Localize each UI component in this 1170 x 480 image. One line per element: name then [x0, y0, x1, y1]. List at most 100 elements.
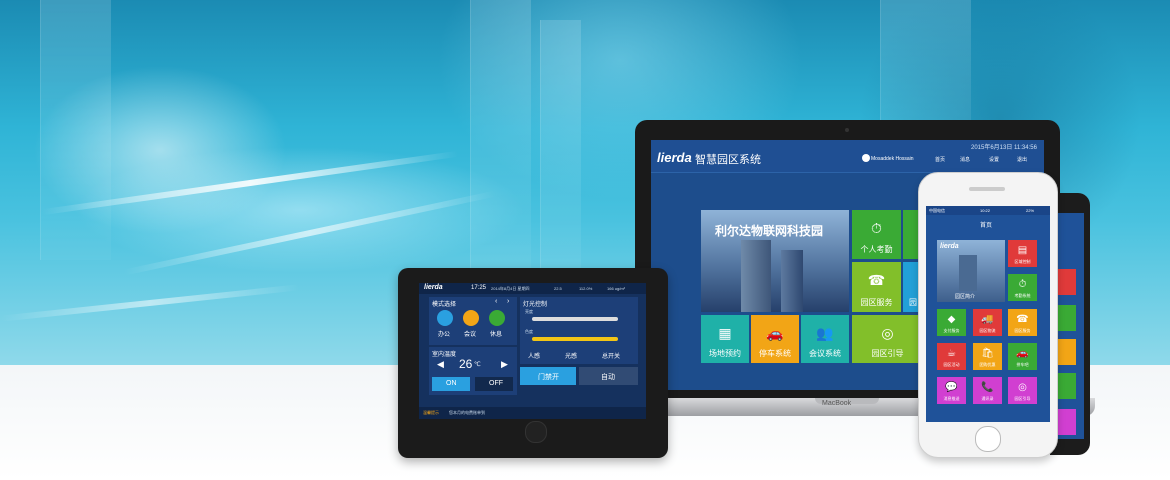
building-image: [959, 255, 977, 291]
phone-home-button[interactable]: [975, 426, 1001, 452]
sensor-light[interactable]: 光感: [565, 351, 577, 360]
sensor-human[interactable]: 人感: [528, 351, 540, 360]
light-beam: [123, 190, 497, 276]
campus-banner[interactable]: 利尔达物联网科技园: [701, 210, 849, 312]
brightness-label: 亮度: [525, 309, 533, 314]
tile-contacts[interactable]: 📞 通讯录: [973, 377, 1002, 404]
tile-carpool[interactable]: 🚗 拼车吧: [1008, 343, 1037, 370]
speaker: [969, 187, 1005, 191]
on-button[interactable]: ON: [432, 377, 470, 391]
status-bar: lierda 17:25 2014年8月4日 星期四 22.5 112.0% 1…: [419, 283, 646, 294]
building-image: [741, 240, 771, 312]
temp-header: 室内温度: [432, 352, 457, 358]
banner-text: 利尔达物联网科技园: [715, 224, 824, 238]
brightness-slider[interactable]: [532, 317, 618, 321]
prev-icon[interactable]: ‹: [495, 298, 497, 305]
park-intro-card[interactable]: lierda 园区简介: [937, 240, 1005, 302]
humidity-value: 22.5: [554, 286, 562, 291]
bag-icon: 🛍: [981, 348, 994, 359]
color-slider[interactable]: [532, 337, 618, 341]
tile-activity[interactable]: ☕ 园区活动: [937, 343, 966, 370]
nav-messages[interactable]: 消息: [960, 156, 970, 163]
nav-settings[interactable]: 设置: [989, 156, 999, 163]
temp-unit: ℃: [474, 362, 481, 368]
tile-group-buy[interactable]: 🛍 团购优惠: [973, 343, 1002, 370]
phone-header: 首页: [980, 223, 993, 229]
nav-logout[interactable]: 退出: [1017, 156, 1027, 163]
mode-meeting-button[interactable]: [463, 310, 479, 326]
car-icon: 🚗: [1016, 348, 1029, 359]
light-beam: [0, 284, 300, 322]
tile-partial: [1058, 305, 1076, 331]
phone-screen: 中国电信 10:22 22% 首页 lierda 园区简介 ▤ 区域控制 ⏱ 考勤系…: [926, 206, 1050, 422]
temperature-panel: 室内温度 ◀ 26 ℃ ▶ ON OFF: [429, 347, 517, 395]
building-image: [781, 250, 803, 312]
mode-label: 休息: [490, 332, 503, 338]
car-icon: 🚗: [766, 325, 784, 341]
tile-attendance[interactable]: ⏱ 考勤系统: [1008, 274, 1037, 301]
brand-logo: lierda: [940, 243, 959, 250]
tile-meeting[interactable]: 👥 会议系统: [801, 315, 849, 363]
brand-logo: lierda: [424, 284, 443, 291]
phone-device: 中国电信 10:22 22% 首页 lierda 园区简介 ▤ 区域控制 ⏱ 考勤系…: [918, 172, 1058, 458]
tile-venue-booking[interactable]: ▦ 场地预约: [701, 315, 749, 363]
tile-partial: [1058, 409, 1076, 435]
tile-messages[interactable]: 💬 消息推送: [937, 377, 966, 404]
mode-panel: 模式选择 ‹ › 办公 会议 休息: [429, 297, 517, 345]
pm-value: 112.0%: [579, 286, 593, 291]
carrier: 中国电信: [929, 208, 945, 213]
datetime: 2015年6月13日 11:34:56: [971, 145, 1037, 151]
increase-temp-icon[interactable]: ▶: [501, 359, 508, 370]
tile-area-control[interactable]: ▤ 区域控制: [1008, 240, 1037, 267]
tile-partial: [1058, 339, 1076, 365]
tile-payment[interactable]: ◆ 支付服务: [937, 309, 966, 336]
auto-button[interactable]: 自动: [579, 367, 638, 385]
tile-partial: [1058, 373, 1076, 399]
coffee-icon: ☕: [947, 348, 956, 359]
headset-icon: ☎: [867, 272, 886, 288]
people-icon: 👥: [816, 325, 834, 341]
mode-rest-button[interactable]: [489, 310, 505, 326]
door-open-button[interactable]: 门禁开: [520, 367, 576, 385]
tile-partial: [1058, 269, 1076, 295]
decrease-temp-icon[interactable]: ◀: [437, 359, 444, 370]
mode-header: 模式选择: [432, 302, 457, 308]
ticker-bar: 温馨提示 您本月的电费账单到: [419, 407, 646, 419]
truck-icon: 🚚: [981, 314, 994, 325]
temp-value: 26: [459, 357, 473, 371]
app-title: 智慧园区系统: [695, 154, 761, 166]
building-silhouette: [40, 0, 111, 260]
camera: [845, 128, 849, 132]
tile-park-guide[interactable]: ◎ 园区引导: [1008, 377, 1037, 404]
tile-park-service[interactable]: ☎ 园区服务: [852, 262, 901, 312]
macbook-label: MacBook: [822, 400, 852, 407]
master-switch[interactable]: 总开关: [602, 351, 620, 360]
next-icon[interactable]: ›: [507, 298, 509, 305]
clock-icon: ⏱: [871, 220, 882, 236]
mode-label: 会议: [464, 332, 477, 338]
location-icon: ◎: [1018, 382, 1027, 393]
co2-value: 166 ug/m³: [607, 286, 626, 291]
color-label: 色度: [525, 329, 533, 334]
tile-park-guide[interactable]: ◎ 园区引导: [852, 315, 923, 363]
mode-label: 办公: [438, 332, 451, 338]
brand-logo: lierda: [657, 150, 692, 165]
tile-parking[interactable]: 🚗 停车系统: [751, 315, 799, 363]
date: 2014年8月4日 星期四: [491, 286, 530, 291]
light-header: 灯光控制: [523, 302, 548, 308]
nav-home[interactable]: 首页: [935, 156, 945, 163]
phone-time: 10:22: [980, 208, 991, 213]
phone-icon: 📞: [981, 382, 994, 393]
mode-office-button[interactable]: [437, 310, 453, 326]
tile-logistics[interactable]: 🚚 园区物流: [973, 309, 1002, 336]
user-avatar[interactable]: [862, 154, 870, 162]
tile-park-service[interactable]: ☎ 园区服务: [1008, 309, 1037, 336]
building-silhouette: [470, 0, 531, 300]
intro-label: 园区简介: [955, 294, 976, 300]
tablet-home-button[interactable]: [525, 421, 547, 443]
ticker-text: 您本月的电费账单到: [449, 410, 485, 415]
tile-attendance[interactable]: ⏱ 个人考勤: [852, 210, 901, 259]
location-icon: ◎: [881, 325, 894, 341]
user-name[interactable]: Mosaddek Hossain: [871, 156, 914, 162]
off-button[interactable]: OFF: [475, 377, 513, 391]
